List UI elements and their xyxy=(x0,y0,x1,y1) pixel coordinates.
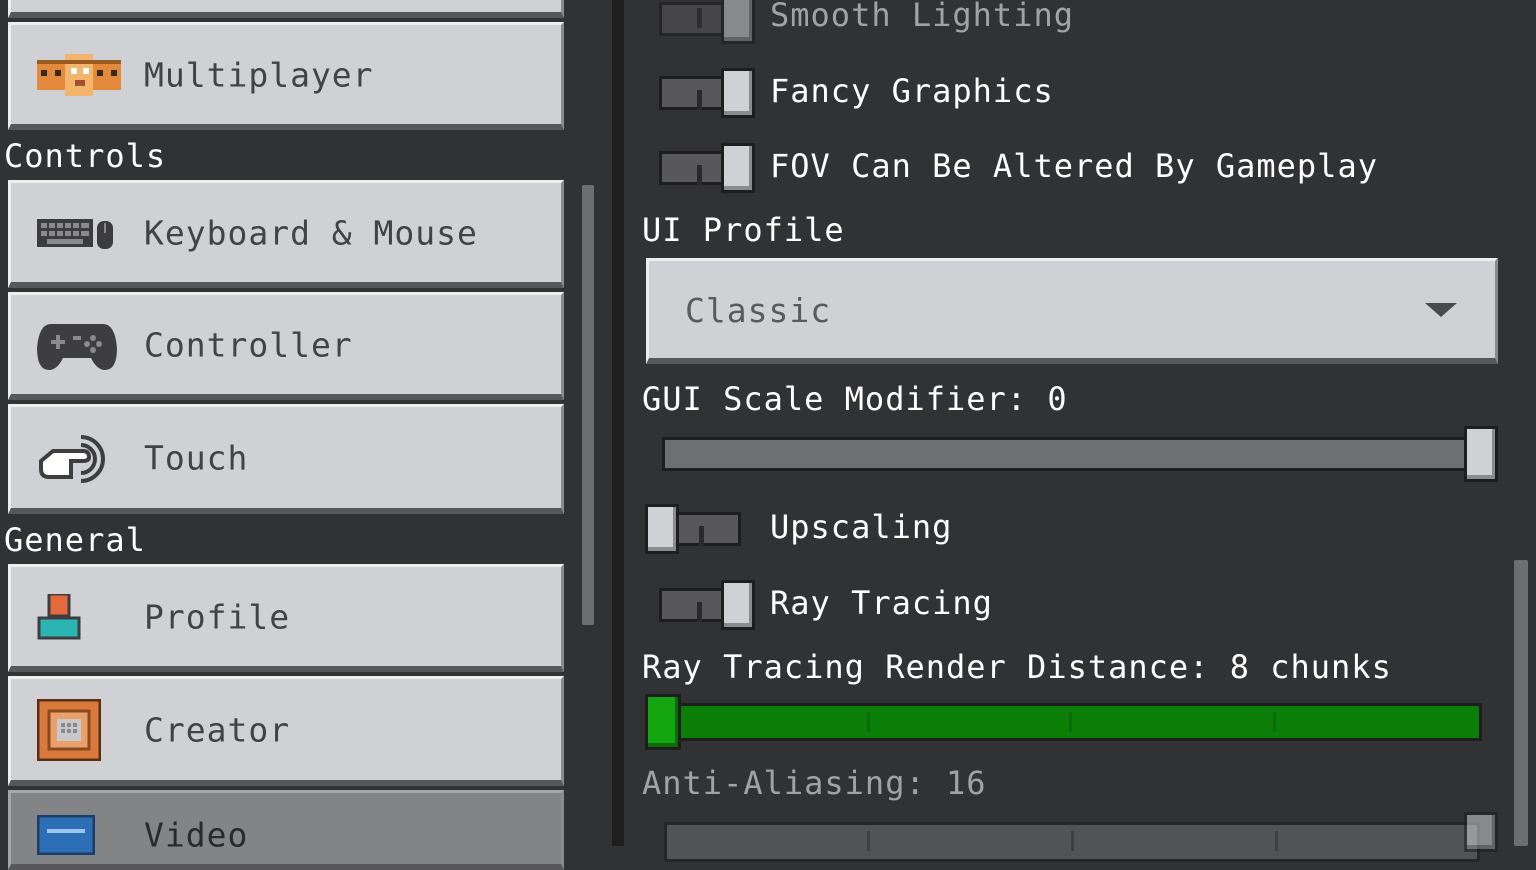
toggle-pip xyxy=(699,526,704,546)
gui-scale-slider-track[interactable] xyxy=(662,437,1480,471)
sidebar-item-top-cut[interactable] xyxy=(8,0,564,18)
video-icon xyxy=(37,807,121,863)
anti-aliasing-label: Anti-Aliasing: 16 xyxy=(642,764,987,802)
toggle-pip xyxy=(697,602,702,622)
fancy-graphics-toggle[interactable] xyxy=(659,68,755,118)
toggle-knob xyxy=(721,143,755,193)
sidebar-item-creator[interactable]: Creator xyxy=(8,676,564,786)
chevron-down-icon xyxy=(1425,303,1457,317)
slider-tick xyxy=(1275,831,1278,851)
rt-render-distance-label: Ray Tracing Render Distance: 8 chunks xyxy=(642,648,1392,686)
sidebar-item-profile[interactable]: Profile xyxy=(8,564,564,672)
ui-profile-dropdown[interactable]: Classic xyxy=(646,258,1498,364)
sidebar-item-label: Video xyxy=(144,815,249,855)
profile-icon xyxy=(37,589,121,645)
slider-tick xyxy=(1273,712,1276,732)
toggle-pip xyxy=(697,8,702,28)
ray-tracing-label: Ray Tracing xyxy=(770,584,993,622)
keyboard-mouse-icon xyxy=(37,205,121,261)
fancy-graphics-label: Fancy Graphics xyxy=(770,72,1054,110)
slider-tick xyxy=(867,712,870,732)
panel-divider xyxy=(612,0,624,846)
sidebar-item-controller[interactable]: Controller xyxy=(8,292,564,400)
toggle-knob xyxy=(645,504,679,554)
toggle-pip xyxy=(697,165,702,185)
gamepad-icon xyxy=(37,317,121,373)
rt-render-distance-slider-knob[interactable] xyxy=(645,694,681,750)
gui-scale-slider-knob[interactable] xyxy=(1464,426,1498,482)
sidebar-item-multiplayer[interactable]: Multiplayer xyxy=(8,22,564,130)
sidebar-item-keyboard-mouse[interactable]: Keyboard & Mouse xyxy=(8,180,564,288)
fov-altered-label: FOV Can Be Altered By Gameplay xyxy=(770,147,1378,185)
fov-altered-toggle[interactable] xyxy=(659,143,755,193)
creator-icon xyxy=(37,698,121,761)
sidebar-item-label: Controller xyxy=(144,325,353,364)
anti-aliasing-slider-knob[interactable] xyxy=(1464,812,1498,852)
slider-tick xyxy=(1071,831,1074,851)
sidebar-item-label: Touch xyxy=(144,438,249,477)
sidebar-item-label: Creator xyxy=(144,710,291,749)
anti-aliasing-slider-track[interactable] xyxy=(664,822,1480,862)
settings-sidebar: Multiplayer Controls Keyboard & Mouse Co… xyxy=(0,0,612,870)
section-title-controls: Controls xyxy=(4,137,167,175)
gui-scale-label: GUI Scale Modifier: 0 xyxy=(642,380,1068,418)
rt-render-distance-slider-track[interactable] xyxy=(662,703,1482,741)
upscaling-label: Upscaling xyxy=(770,508,953,546)
sidebar-scrollbar[interactable] xyxy=(582,185,594,625)
sidebar-item-touch[interactable]: Touch xyxy=(8,404,564,514)
touch-hand-icon xyxy=(37,430,121,486)
slider-tick xyxy=(867,831,870,851)
smooth-lighting-toggle[interactable] xyxy=(659,0,755,44)
ui-profile-selected-value: Classic xyxy=(685,291,832,330)
toggle-knob xyxy=(721,580,755,630)
sidebar-item-label: Multiplayer xyxy=(144,55,374,94)
sidebar-item-label: Keyboard & Mouse xyxy=(144,213,478,252)
upscaling-toggle[interactable] xyxy=(645,504,741,554)
settings-scrollbar[interactable] xyxy=(1514,560,1528,846)
toggle-knob xyxy=(721,0,755,44)
sidebar-item-label: Profile xyxy=(144,597,291,636)
slider-tick xyxy=(1069,712,1072,732)
sidebar-item-video[interactable]: Video xyxy=(8,790,564,870)
multiplayer-faces-icon xyxy=(37,47,121,103)
toggle-pip xyxy=(697,90,702,110)
ui-profile-heading: UI Profile xyxy=(642,211,845,249)
smooth-lighting-label: Smooth Lighting xyxy=(770,0,1074,34)
toggle-knob xyxy=(721,68,755,118)
ray-tracing-toggle[interactable] xyxy=(659,580,755,630)
section-title-general: General xyxy=(4,521,146,559)
